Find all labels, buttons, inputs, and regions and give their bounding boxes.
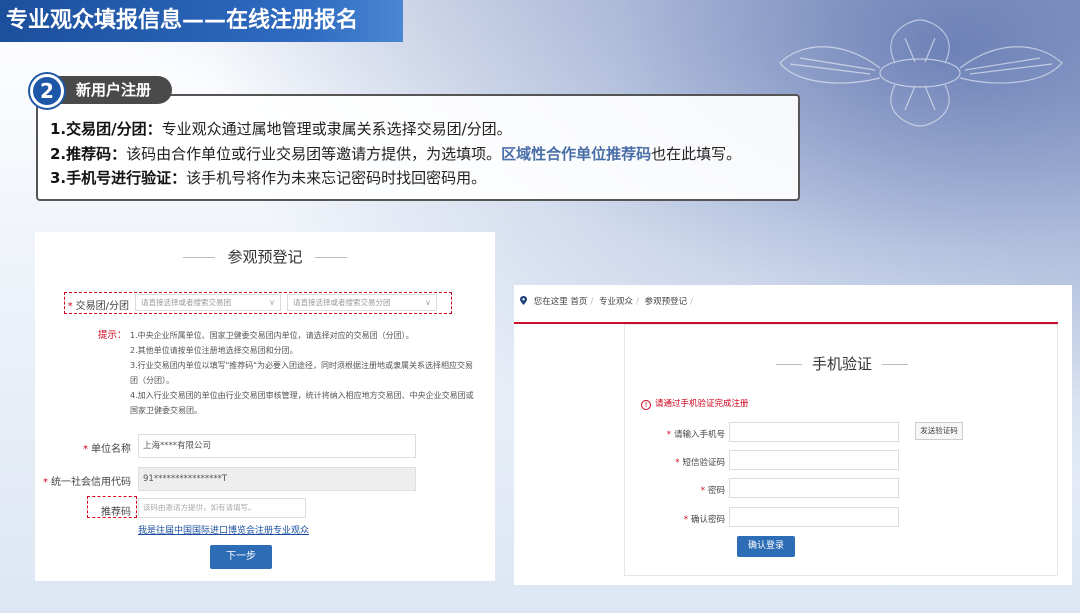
- referral-code-input[interactable]: 该码由邀请方提供，如有请填写。: [138, 498, 306, 518]
- group-label: * 交易团/分团: [67, 301, 129, 312]
- chevron-down-icon: ∨: [425, 298, 431, 307]
- instruction-line-1: 1.交易团/分团：专业观众通过属地管理或隶属关系选择交易团/分团。: [50, 120, 512, 138]
- group-select[interactable]: 请直接选择或者搜索交易团 ∨: [135, 294, 281, 311]
- tip-item: 2.其他单位请按单位注册地选择交易团和分团。: [130, 346, 298, 355]
- past-visitor-link[interactable]: 我是往届中国国际进口博览会注册专业观众: [138, 523, 309, 536]
- credit-code-label: * 统一社会信用代码: [43, 477, 131, 488]
- registration-title: 参观预登记: [183, 246, 347, 267]
- password-label: * 密码: [700, 486, 725, 496]
- phone-verification-panel: 您在这里 首页 / 专业观众 / 参观预登记 / 手机验证 ! 请通过手机验证完成注册 …: [514, 285, 1072, 585]
- confirm-login-button[interactable]: 确认登录: [737, 536, 795, 557]
- chevron-down-icon: ∨: [269, 298, 275, 307]
- sms-code-input[interactable]: [729, 450, 899, 470]
- sms-code-label: * 短信验证码: [675, 458, 725, 468]
- warning-icon: !: [641, 400, 651, 410]
- confirm-password-label: * 确认密码: [683, 515, 725, 525]
- breadcrumb-item[interactable]: 首页: [570, 297, 587, 307]
- subgroup-select[interactable]: 请直接选择或者搜索交易分团 ∨: [287, 294, 437, 311]
- phone-label: * 请输入手机号: [666, 430, 725, 440]
- step-number-badge: 2: [30, 74, 64, 108]
- breadcrumb: 您在这里 首页 / 专业观众 / 参观预登记 /: [520, 295, 696, 307]
- step-title: 新用户注册: [58, 76, 172, 104]
- tip-item: 1.中央企业所属单位、国家卫健委交易团内单位，请选择对应的交易团（分团）。: [130, 331, 414, 340]
- confirm-password-input[interactable]: [729, 507, 899, 527]
- referral-code-label: 推荐码: [101, 507, 131, 518]
- credit-code-input[interactable]: 91****************T: [138, 467, 416, 491]
- tips-label: 提示：: [98, 330, 127, 341]
- tip-item: 4.加入行业交易团的单位由行业交易团审核管理，统计将纳入相应地方交易团、中央企业…: [130, 391, 474, 415]
- instruction-line-3: 3.手机号进行验证：该手机号将作为未来忘记密码时找回密码用。: [50, 169, 487, 187]
- instruction-line-2: 2.推荐码：该码由合作单位或行业交易团等邀请方提供，为选填项。区域性合作单位推荐…: [50, 144, 742, 163]
- page-banner: 专业观众填报信息——在线注册报名: [0, 0, 403, 42]
- registration-form-panel: 参观预登记 * 交易团/分团 请直接选择或者搜索交易团 ∨ 请直接选择或者搜索交易分…: [35, 232, 495, 581]
- location-pin-icon: [520, 296, 527, 305]
- instructions-box: 1.交易团/分团：专业观众通过属地管理或隶属关系选择交易团/分团。 2.推荐码：…: [36, 94, 800, 201]
- venue-illustration: [779, 19, 1063, 127]
- company-name-input[interactable]: 上海****有限公司: [138, 434, 416, 458]
- breadcrumb-item[interactable]: 参观预登记: [645, 297, 688, 307]
- tips-block: 提示： 1.中央企业所属单位、国家卫健委交易团内单位，请选择对应的交易团（分团）…: [98, 328, 478, 418]
- phone-input[interactable]: [729, 422, 899, 442]
- breadcrumb-item[interactable]: 专业观众: [599, 297, 633, 307]
- verification-card: 手机验证 ! 请通过手机验证完成注册 * 请输入手机号 发送验证码 * 短信验证码 *…: [624, 324, 1058, 576]
- send-code-button[interactable]: 发送验证码: [915, 422, 963, 440]
- next-step-button[interactable]: 下一步: [210, 545, 272, 569]
- verification-title: 手机验证: [775, 353, 909, 374]
- tip-item: 3.行业交易团内单位以填写"推荐码"为必要入团途径，同时须根据注册地或隶属关系选…: [130, 361, 473, 385]
- company-name-label: * 单位名称: [83, 444, 131, 455]
- verification-warning: ! 请通过手机验证完成注册: [641, 397, 749, 410]
- highlight-text: 区域性合作单位推荐码: [501, 144, 652, 163]
- password-input[interactable]: [729, 478, 899, 498]
